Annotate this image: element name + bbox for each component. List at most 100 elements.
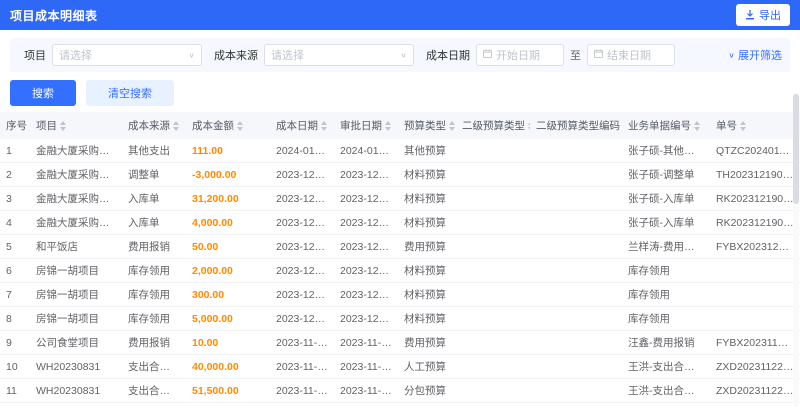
row-index-cell: 7 xyxy=(0,282,30,307)
table-cell xyxy=(456,162,530,187)
sort-icon[interactable] xyxy=(237,121,243,132)
expand-filter-link[interactable]: ∨ 展开筛选 xyxy=(728,47,782,63)
column-header[interactable]: 二级预算类型编码 xyxy=(530,112,622,139)
table-cell xyxy=(530,234,622,259)
chevron-down-icon: ∨ xyxy=(400,50,407,59)
table-cell: 材料预算 xyxy=(398,210,456,235)
export-button[interactable]: 导出 xyxy=(736,4,790,26)
table-cell: 2023-12-11 xyxy=(334,306,398,331)
table-cell: 房锦一胡项目 xyxy=(30,306,122,331)
table-cell: 库存领用 xyxy=(122,306,186,331)
table-cell xyxy=(456,330,530,355)
column-header[interactable]: 成本来源 xyxy=(122,112,186,139)
table-cell: 2023-12-11 xyxy=(270,306,334,331)
table-cell: 金融大厦采购项目 xyxy=(30,210,122,235)
clear-search-button[interactable]: 清空搜索 xyxy=(86,80,174,106)
column-header[interactable]: 项目 xyxy=(30,112,122,139)
table-cell: 2024-01-11 xyxy=(334,139,398,163)
row-index-cell: 2 xyxy=(0,162,30,187)
table-cell: QTZC20240111001 xyxy=(710,139,800,163)
table-cell: 库存领用 xyxy=(622,282,710,307)
source-select[interactable]: 请选择 ∨ xyxy=(264,44,414,66)
column-header-label: 成本来源 xyxy=(128,120,170,132)
table-row: 7 房锦一胡项目 库存领用 300.00 2023-12-11 2023-12-11 材料预… xyxy=(0,282,800,307)
search-button[interactable]: 搜索 xyxy=(10,80,76,106)
scrollbar-thumb[interactable] xyxy=(793,94,799,204)
table-cell xyxy=(456,282,530,307)
table-cell: FYBX20231216001 xyxy=(710,234,800,259)
table-cell: 50.00 xyxy=(186,234,270,259)
action-bar: 搜索 清空搜索 xyxy=(10,80,790,106)
table-cell: 库存领用 xyxy=(622,306,710,331)
column-header[interactable]: 序号 xyxy=(0,112,30,139)
row-index-cell: 1 xyxy=(0,139,30,163)
table-cell: 新建XX总部大厦工程二期 xyxy=(30,402,122,409)
table-cell xyxy=(710,282,800,307)
row-index-cell: 11 xyxy=(0,378,30,403)
date-start-placeholder: 开始日期 xyxy=(496,50,540,62)
table-cell: 王洪-支出合同执行 xyxy=(622,378,710,403)
table-cell xyxy=(456,139,530,163)
table-cell xyxy=(456,258,530,283)
top-bar: 项目成本明细表 导出 xyxy=(0,0,800,30)
table-cell: 张子硕-入库单 xyxy=(622,186,710,211)
sort-icon[interactable] xyxy=(528,121,530,132)
table-row: 4 金融大厦采购项目 入库单 4,000.00 2023-12-19 2023-12-19… xyxy=(0,210,800,235)
table-cell: 金融大厦采购项目 xyxy=(30,139,122,163)
table-cell xyxy=(530,139,622,163)
table-cell: 2023-12-19 xyxy=(270,186,334,211)
sort-icon[interactable] xyxy=(740,121,746,132)
sort-icon[interactable] xyxy=(449,121,455,132)
column-header[interactable]: 审批日期 xyxy=(334,112,398,139)
table-row: 2 金融大厦采购项目 调整单 -3,000.00 2023-12-19 2023-12-1… xyxy=(0,162,800,187)
column-header[interactable]: 二级预算类型 xyxy=(456,112,530,139)
table-cell: 2024-01-11 xyxy=(270,139,334,163)
table-cell: RK20231219002 xyxy=(710,210,800,235)
table-cell: 人工预算 xyxy=(398,354,456,379)
table-cell: 2023-12-16 xyxy=(270,234,334,259)
source-filter-label: 成本来源 xyxy=(214,50,258,62)
table-cell: 2023-11-22 xyxy=(334,354,398,379)
table-cell: -3,000.00 xyxy=(186,162,270,187)
table-cell: 4,000.00 xyxy=(186,210,270,235)
sort-icon[interactable] xyxy=(385,121,391,132)
column-header[interactable]: 成本金额 xyxy=(186,112,270,139)
column-header[interactable]: 单号 xyxy=(710,112,800,139)
table-cell: WH20230831 xyxy=(30,354,122,379)
row-index-cell: 5 xyxy=(0,234,30,259)
column-header-label: 审批日期 xyxy=(340,120,382,132)
sort-icon[interactable] xyxy=(60,121,66,132)
column-header[interactable]: 成本日期 xyxy=(270,112,334,139)
date-end-input[interactable]: 结束日期 xyxy=(587,44,675,66)
table-cell: 金融大厦采购项目 xyxy=(30,186,122,211)
column-header-label: 成本金额 xyxy=(192,120,234,132)
sort-icon[interactable] xyxy=(694,121,700,132)
column-header-label: 序号 xyxy=(6,120,27,132)
table-body: 1 金融大厦采购项目 其他支出 111.00 2024-01-11 2024-01-11 其… xyxy=(0,139,800,409)
source-select-placeholder: 请选择 xyxy=(271,50,304,62)
table-cell xyxy=(710,306,800,331)
table-cell: 入库单 xyxy=(122,186,186,211)
column-header-label: 二级预算类型编码 xyxy=(536,120,620,132)
table-cell: 材料预算 xyxy=(398,162,456,187)
table-cell xyxy=(530,306,622,331)
table-row: 9 公司食堂项目 费用报销 10.00 2023-11-28 2023-11-28 费用预算… xyxy=(0,330,800,355)
date-start-input[interactable]: 开始日期 xyxy=(476,44,564,66)
table-cell xyxy=(530,258,622,283)
table-row: 5 和平饭店 费用报销 50.00 2023-12-16 2023-12-16 费用预算 兰样… xyxy=(0,234,800,259)
sort-icon[interactable] xyxy=(173,121,179,132)
column-header[interactable]: 预算类型 xyxy=(398,112,456,139)
vertical-scrollbar[interactable] xyxy=(793,92,799,407)
table-cell: 入库单 xyxy=(122,210,186,235)
table-cell: ZXD20231122002 xyxy=(710,354,800,379)
table-cell: 31,200.00 xyxy=(186,186,270,211)
table-cell: 材料预算 xyxy=(398,282,456,307)
sort-icon[interactable] xyxy=(321,121,327,132)
column-header[interactable]: 业务单据编号 xyxy=(622,112,710,139)
table-cell xyxy=(530,402,622,409)
table-cell: 2023-12-11 xyxy=(270,258,334,283)
project-select[interactable]: 请选择 ∨ xyxy=(52,44,202,66)
table-cell: 40,000.00 xyxy=(186,354,270,379)
table-cell: 王洪-支出合同执行 xyxy=(622,354,710,379)
table-cell: 2023-12-11 xyxy=(334,282,398,307)
